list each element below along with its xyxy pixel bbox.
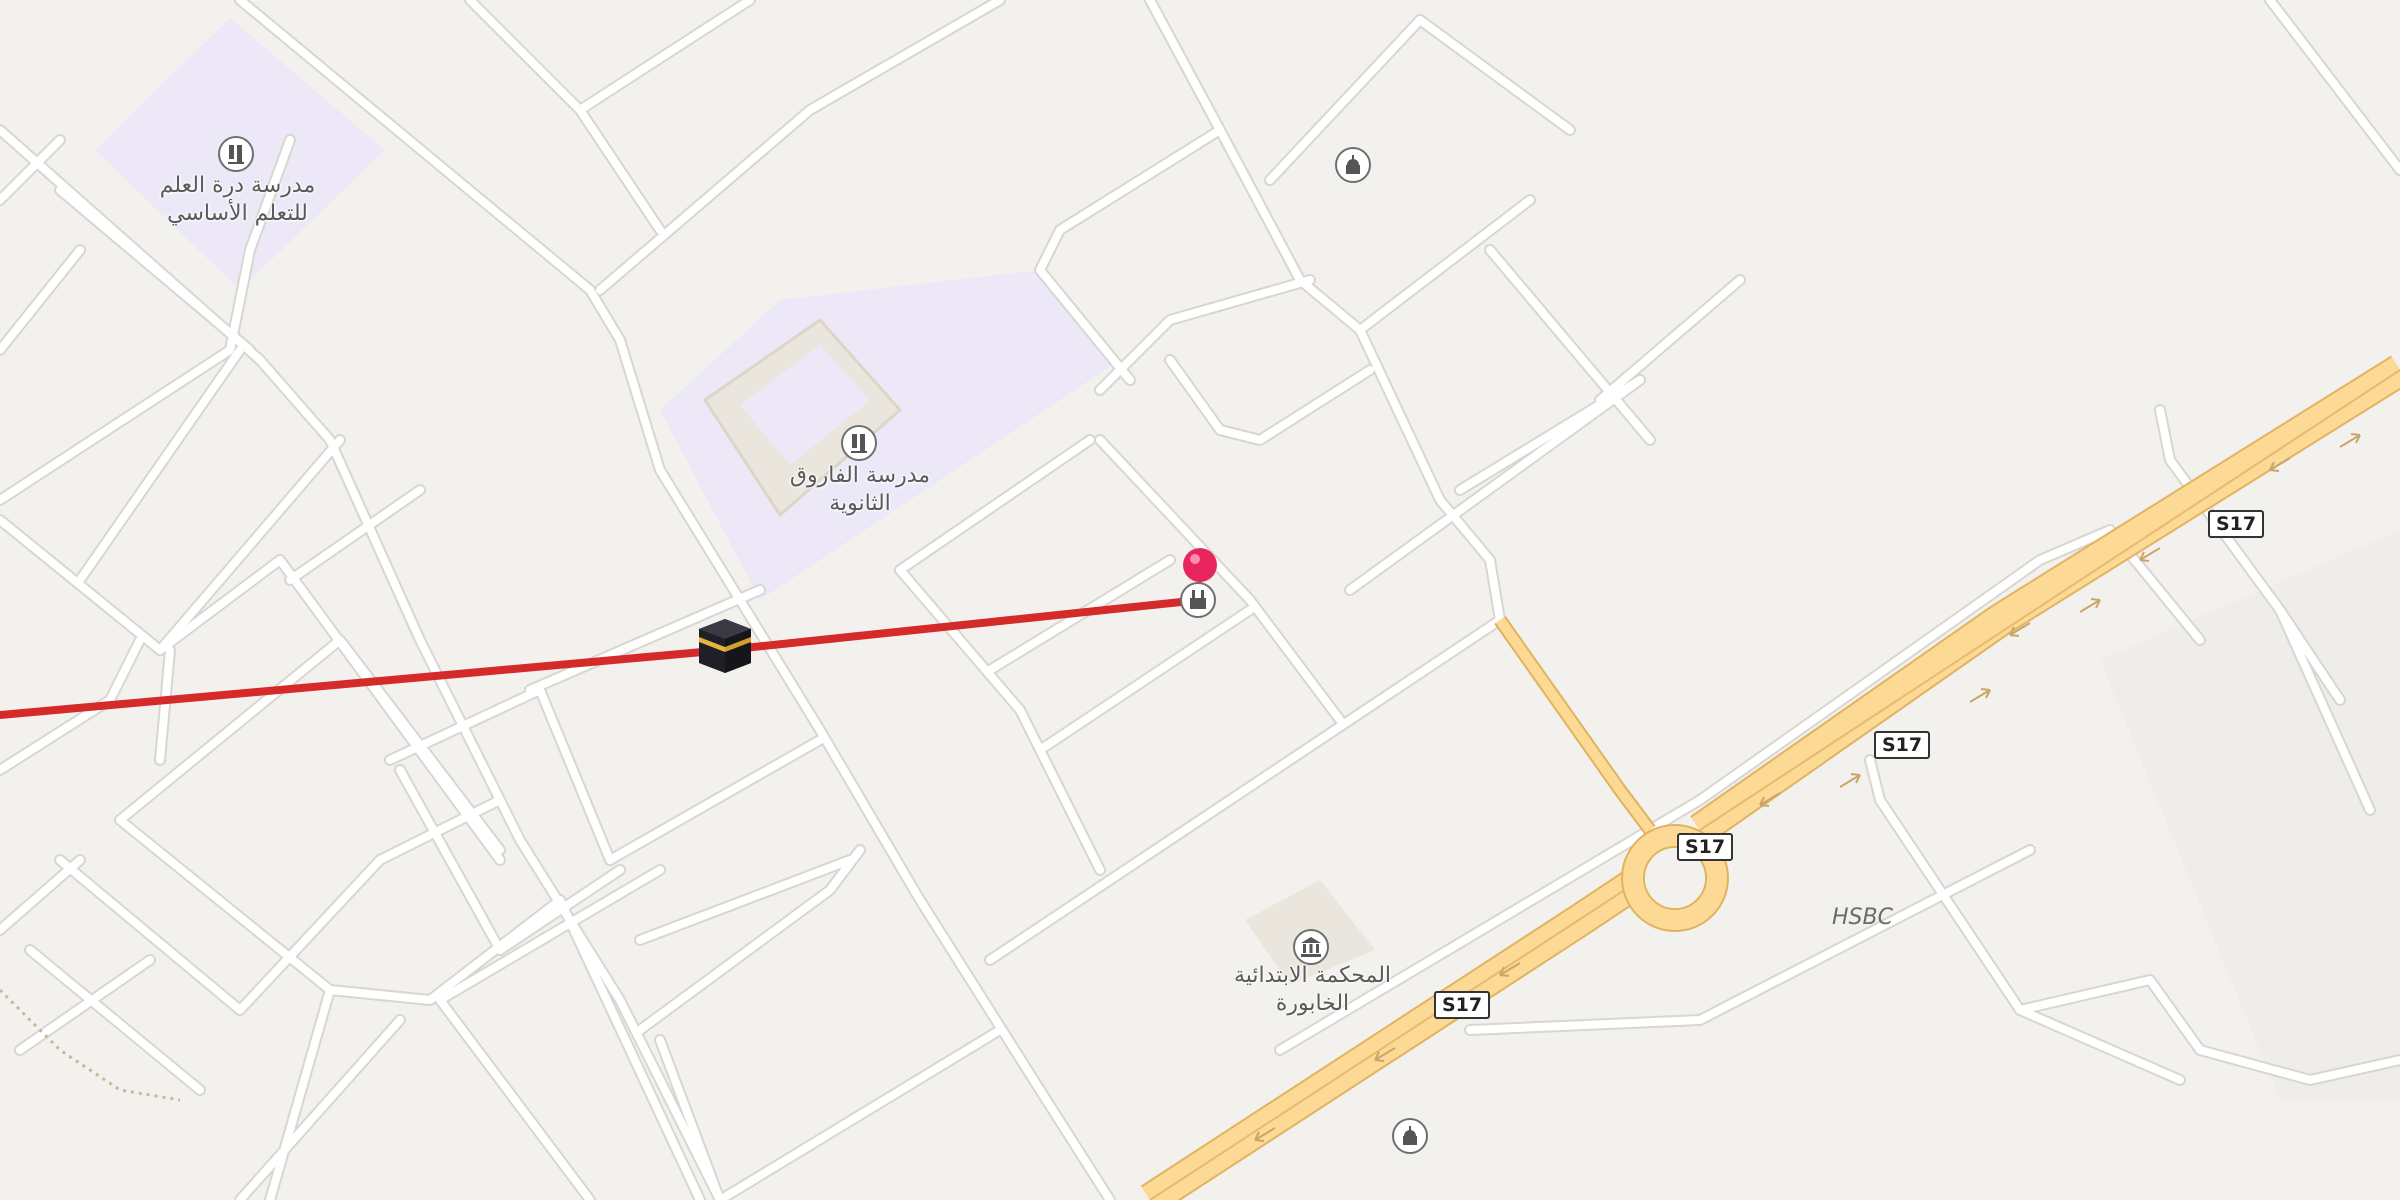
mosque-icon[interactable] <box>1392 1118 1428 1154</box>
hsbc-label: HSBC <box>1832 905 1893 930</box>
mosque-icon[interactable] <box>1335 147 1371 183</box>
industrial-area <box>2100 530 2400 1100</box>
court-label: المحكمة الابتدائية الخابورة <box>1233 963 1392 1016</box>
highway-shield: S17 <box>1677 833 1734 861</box>
highway-shield: S17 <box>1434 991 1491 1019</box>
school-1-label: مدرسة درة العلم للتعلم الأساسي <box>159 173 316 226</box>
mosque-icon[interactable] <box>1180 582 1216 618</box>
school-2-label: مدرسة الفاروق الثانوية <box>789 463 931 516</box>
courthouse-icon[interactable] <box>1293 929 1329 965</box>
highway-shield: S17 <box>2208 510 2265 538</box>
kaaba-icon[interactable] <box>695 615 755 675</box>
school-icon[interactable] <box>218 136 254 172</box>
school-icon[interactable] <box>841 425 877 461</box>
highway-shield: S17 <box>1874 731 1931 759</box>
connector-road <box>1494 615 1656 835</box>
